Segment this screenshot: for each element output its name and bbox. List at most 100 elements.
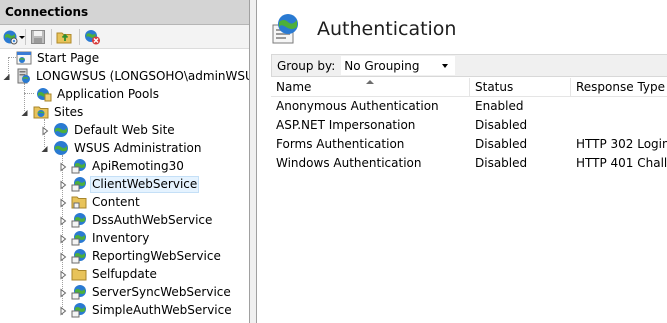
connect-globe-icon xyxy=(3,30,18,45)
tree-item-label: ServerSyncWebService xyxy=(92,285,231,299)
tree-item-clientwebservice[interactable]: ClientWebService xyxy=(58,175,200,193)
cell-name: Anonymous Authentication xyxy=(276,99,439,113)
cell-response-type: HTTP 401 Challenge xyxy=(576,156,667,170)
cell-status: Disabled xyxy=(475,118,528,132)
cell-response-type: HTTP 302 Login/Redirect xyxy=(576,137,667,151)
connections-header: Connections xyxy=(0,0,249,25)
tree-item-server[interactable]: LONGWSUS (LONGSOHO\adminWSUS) xyxy=(2,67,249,85)
tree-item-apiremoting30[interactable]: ApiRemoting30 xyxy=(58,157,186,175)
sites-folder-icon xyxy=(33,106,49,119)
app-pools-icon xyxy=(37,88,52,102)
tree-guide-line xyxy=(24,93,34,94)
tree-item-reportingwebservice[interactable]: ReportingWebService xyxy=(58,247,223,265)
tree-item-inventory[interactable]: Inventory xyxy=(58,229,151,247)
collapse-icon[interactable] xyxy=(20,107,30,117)
column-header-response-type[interactable]: Response Type xyxy=(571,78,667,97)
tree-item-simpleauthwebservice[interactable]: SimpleAuthWebService xyxy=(58,301,234,319)
group-by-label: Group by: xyxy=(277,58,336,73)
expand-icon[interactable] xyxy=(58,233,68,244)
toolbar-separator xyxy=(79,29,80,45)
feature-title-area: Authentication xyxy=(271,12,456,46)
disconnect-icon xyxy=(85,30,100,45)
collapse-icon[interactable] xyxy=(40,143,50,153)
list-header: Name Status Response Type xyxy=(271,78,667,97)
tree-item-label: DssAuthWebService xyxy=(92,213,213,227)
list-item[interactable]: ASP.NET Impersonation Disabled xyxy=(271,116,667,135)
web-app-icon xyxy=(71,177,86,192)
connections-pane: Connections Start Page LONGWSUS (LONGSOH… xyxy=(0,0,250,323)
tree-item-start-page[interactable]: Start Page xyxy=(16,49,101,67)
folder-up-icon xyxy=(56,32,72,44)
tree-item-label: Inventory xyxy=(92,231,150,245)
page-title: Authentication xyxy=(317,18,457,40)
sort-ascending-icon xyxy=(366,80,374,84)
expand-icon[interactable] xyxy=(58,161,68,172)
toolbar-separator xyxy=(25,29,26,45)
column-header-status[interactable]: Status xyxy=(470,78,571,97)
web-app-icon xyxy=(71,213,86,228)
globe-icon xyxy=(54,141,68,155)
expand-icon[interactable] xyxy=(58,269,68,280)
web-app-icon xyxy=(71,285,86,300)
tree-item-label: LONGWSUS (LONGSOHO\adminWSUS) xyxy=(36,69,249,83)
tree-item-label: ReportingWebService xyxy=(92,249,221,263)
tree-item-dssauthwebservice[interactable]: DssAuthWebService xyxy=(58,211,214,229)
expand-icon[interactable] xyxy=(40,125,50,136)
expand-icon[interactable] xyxy=(58,215,68,226)
column-header-name[interactable]: Name xyxy=(271,78,470,97)
globe-icon xyxy=(54,123,68,137)
expand-icon[interactable] xyxy=(58,179,68,190)
group-by-value: No Grouping xyxy=(344,58,420,73)
tree-item-label: ClientWebService xyxy=(90,175,200,193)
tree-item-default-web-site[interactable]: Default Web Site xyxy=(40,121,177,139)
cell-name: Windows Authentication xyxy=(276,156,422,170)
list-item[interactable]: Windows Authentication Disabled HTTP 401… xyxy=(271,154,667,173)
start-page-icon xyxy=(16,51,32,65)
tree-item-label: Start Page xyxy=(37,51,100,65)
column-header-label: Response Type xyxy=(576,80,666,94)
tree-item-selfupdate[interactable]: Selfupdate xyxy=(58,265,159,283)
web-app-icon xyxy=(71,249,86,264)
tree-item-content[interactable]: Content xyxy=(58,193,142,211)
tree-item-wsus-administration[interactable]: WSUS Administration xyxy=(40,139,204,157)
save-icon xyxy=(31,30,45,44)
authentication-list: Name Status Response Type Anonymous Auth… xyxy=(271,78,667,323)
feature-pane: Authentication Group by: No Grouping Nam… xyxy=(256,0,667,323)
cell-response-type xyxy=(571,116,667,135)
collapse-icon[interactable] xyxy=(2,71,12,81)
tree-item-application-pools[interactable]: Application Pools xyxy=(36,85,161,103)
column-header-label: Status xyxy=(475,80,514,94)
expand-icon[interactable] xyxy=(58,197,68,208)
tree-item-label: ApiRemoting30 xyxy=(92,159,184,173)
expand-icon[interactable] xyxy=(58,251,68,262)
connections-tree: Start Page LONGWSUS (LONGSOHO\adminWSUS) xyxy=(0,49,249,323)
tree-item-label: Sites xyxy=(54,105,84,119)
web-app-icon xyxy=(71,159,86,174)
cell-name: Forms Authentication xyxy=(276,137,405,151)
tree-item-label: Selfupdate xyxy=(92,267,157,281)
save-connections-button[interactable] xyxy=(30,28,46,46)
cell-name: ASP.NET Impersonation xyxy=(276,118,416,132)
web-app-icon xyxy=(71,231,86,246)
toolbar-separator xyxy=(51,29,52,45)
tree-item-serversyncwebservice[interactable]: ServerSyncWebService xyxy=(58,283,233,301)
connections-toolbar xyxy=(0,25,249,49)
authentication-icon xyxy=(272,14,298,44)
connect-button[interactable] xyxy=(2,28,25,46)
up-level-button[interactable] xyxy=(56,28,73,46)
column-header-label: Name xyxy=(276,80,312,94)
list-item[interactable]: Anonymous Authentication Enabled xyxy=(271,97,667,116)
delete-connection-button[interactable] xyxy=(84,28,101,46)
expand-icon[interactable] xyxy=(58,287,68,298)
tree-item-sites[interactable]: Sites xyxy=(20,103,85,121)
list-item[interactable]: Forms Authentication Disabled HTTP 302 L… xyxy=(271,135,667,154)
cell-response-type xyxy=(571,97,667,116)
cell-status: Disabled xyxy=(475,137,528,151)
group-by-dropdown[interactable]: No Grouping xyxy=(341,56,456,75)
dropdown-arrow-icon xyxy=(442,64,449,68)
cell-status: Disabled xyxy=(475,156,528,170)
cell-status: Enabled xyxy=(475,99,524,113)
web-app-icon xyxy=(71,303,86,318)
tree-item-label: WSUS Administration xyxy=(74,141,202,155)
expand-icon[interactable] xyxy=(58,305,68,316)
